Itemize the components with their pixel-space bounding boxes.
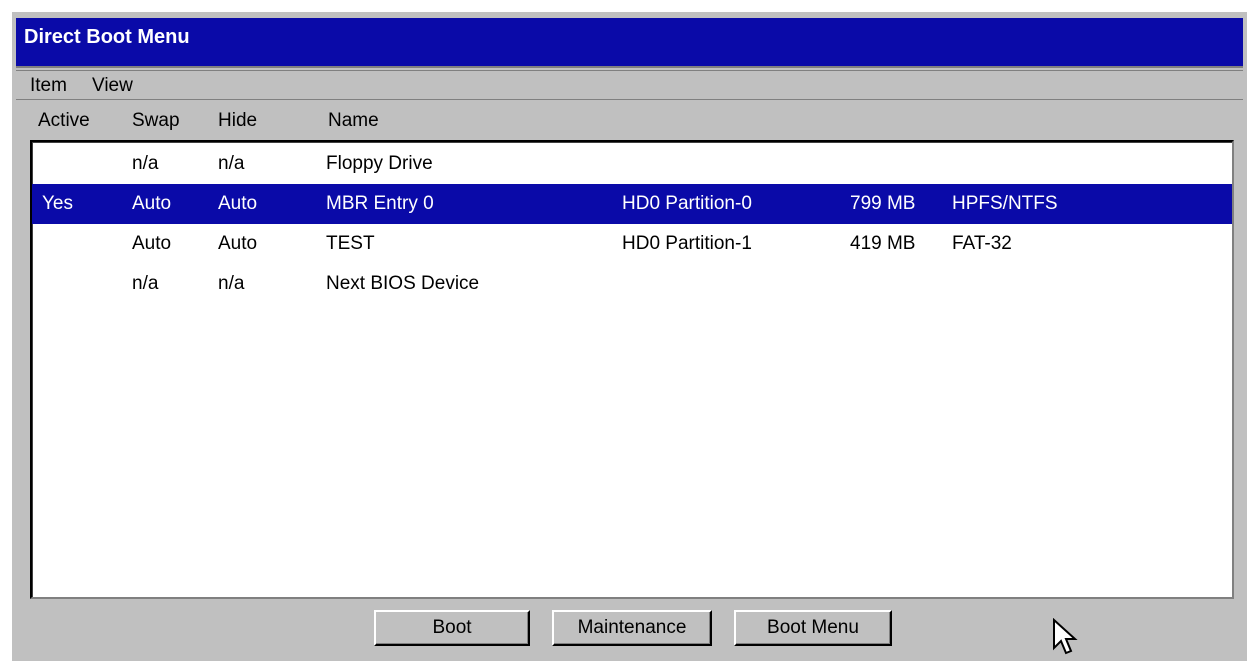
cell-filesystem: FAT-32 bbox=[952, 233, 1012, 254]
menu-item[interactable]: Item bbox=[30, 75, 67, 97]
cell-size: 419 MB bbox=[850, 233, 916, 254]
list-item[interactable]: n/a n/a Next BIOS Device bbox=[32, 264, 1232, 304]
column-headers: Active Swap Hide Name bbox=[12, 104, 1249, 138]
direct-boot-menu-window: Direct Boot Menu Item View Active Swap H… bbox=[10, 10, 1247, 661]
cell-swap: Auto bbox=[132, 193, 172, 214]
menu-bar: Item View bbox=[16, 70, 1243, 100]
column-header-hide[interactable]: Hide bbox=[218, 110, 257, 132]
cell-location: HD0 Partition-1 bbox=[622, 233, 752, 254]
cell-hide: n/a bbox=[218, 273, 245, 294]
cell-hide: Auto bbox=[218, 233, 258, 254]
cell-name: Floppy Drive bbox=[326, 153, 433, 174]
cell-filesystem: HPFS/NTFS bbox=[952, 193, 1058, 214]
cell-hide: Auto bbox=[218, 193, 258, 214]
list-item-selected[interactable]: Yes Auto Auto MBR Entry 0 HD0 Partition-… bbox=[32, 184, 1232, 224]
cell-size: 799 MB bbox=[850, 193, 916, 214]
list-item[interactable]: n/a n/a Floppy Drive bbox=[32, 144, 1232, 184]
menu-view[interactable]: View bbox=[92, 75, 133, 97]
boot-button[interactable]: Boot bbox=[374, 610, 530, 646]
column-header-swap[interactable]: Swap bbox=[132, 110, 180, 132]
cell-swap: n/a bbox=[132, 273, 159, 294]
maintenance-button[interactable]: Maintenance bbox=[552, 610, 712, 646]
column-header-active[interactable]: Active bbox=[38, 110, 90, 132]
cell-location: HD0 Partition-0 bbox=[622, 193, 752, 214]
column-header-name[interactable]: Name bbox=[328, 110, 379, 132]
boot-menu-button[interactable]: Boot Menu bbox=[734, 610, 892, 646]
cell-name: MBR Entry 0 bbox=[326, 193, 434, 214]
cell-hide: n/a bbox=[218, 153, 245, 174]
cell-name: Next BIOS Device bbox=[326, 273, 480, 294]
list-item[interactable]: Auto Auto TEST HD0 Partition-1 419 MB FA… bbox=[32, 224, 1232, 264]
cell-swap: n/a bbox=[132, 153, 159, 174]
cell-name: TEST bbox=[326, 233, 375, 254]
cell-swap: Auto bbox=[132, 233, 172, 254]
window-title: Direct Boot Menu bbox=[16, 18, 1243, 68]
boot-entry-list[interactable]: n/a n/a Floppy Drive Yes Auto Auto MBR E… bbox=[30, 140, 1234, 599]
mouse-pointer-icon bbox=[1053, 618, 1078, 655]
cell-active: Yes bbox=[42, 193, 73, 214]
